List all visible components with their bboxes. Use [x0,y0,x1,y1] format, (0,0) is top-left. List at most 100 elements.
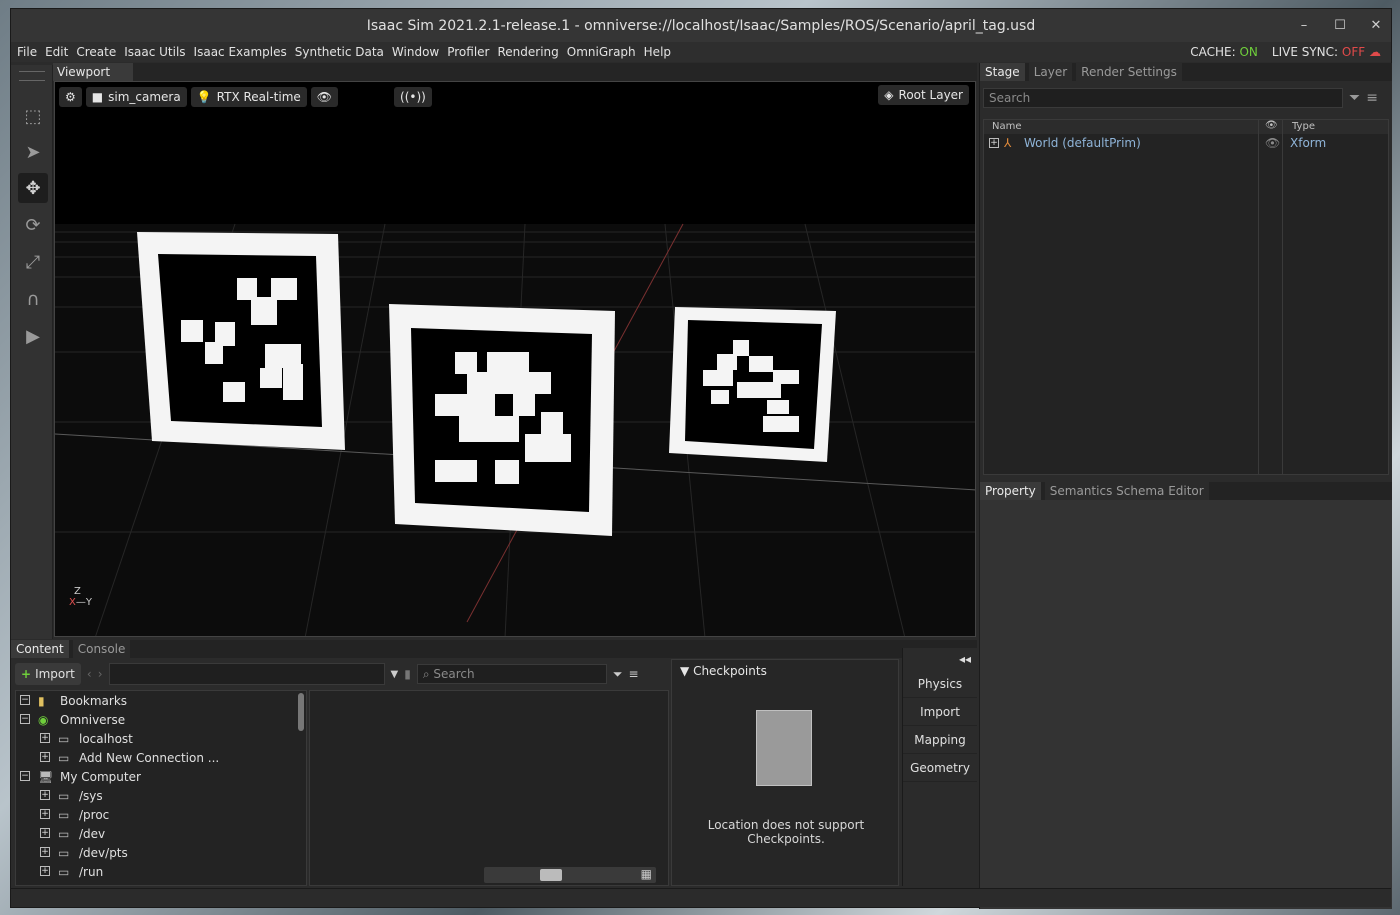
root-layer-button[interactable]: ◈ Root Layer [878,85,969,105]
drive-icon: ▭ [58,788,70,803]
menu-file[interactable]: File [16,45,38,59]
expand-icon[interactable]: + [40,790,50,800]
collapse-icon[interactable]: − [20,771,30,781]
menu-isaac-utils[interactable]: Isaac Utils [123,45,186,59]
content-toolbar: + Import ‹ › ▼ ▮ ⌕ Search ⏷ ≡ [15,662,665,686]
checkpoints-header[interactable]: ▼ Checkpoints [672,660,898,682]
live-sync-status[interactable]: LIVE SYNC: OFF ☁ [1272,45,1381,59]
stage-search-input[interactable]: Search [983,88,1343,108]
menu-rendering[interactable]: Rendering [496,45,559,59]
visibility-button[interactable]: 👁 [310,87,339,107]
expand-icon[interactable]: + [40,866,50,876]
tree-item[interactable]: + ▭ /dev/pts [16,843,306,862]
close-icon[interactable]: ✕ [1369,18,1383,33]
tree-item[interactable]: − 🖥 My Computer [16,767,306,786]
renderer-select[interactable]: 💡 RTX Real-time [190,87,307,107]
cache-status[interactable]: CACHE: ON [1190,45,1258,59]
live-stream-button[interactable]: ((•)) [394,87,432,107]
april-tag-right [669,307,836,462]
menu-omnigraph[interactable]: OmniGraph [566,45,637,59]
expand-icon[interactable]: + [40,847,50,857]
path-field[interactable] [108,663,385,685]
select-arrow-icon[interactable]: ➤ [18,137,48,167]
tab-semantics-schema-editor[interactable]: Semantics Schema Editor [1044,482,1209,500]
collapse-icon[interactable]: − [20,714,30,724]
camera-select[interactable]: ■ sim_camera [85,87,187,107]
options-menu-icon[interactable]: ≡ [628,667,638,681]
axis-y-label: Y [85,597,92,608]
collapse-panel-icon[interactable]: ◂◂ [903,648,977,670]
content-search-placeholder: Search [433,667,475,681]
bookmark-icon[interactable]: ▮ [404,667,411,681]
snap-magnet-icon[interactable]: ∩ [18,284,48,314]
menu-isaac-examples[interactable]: Isaac Examples [193,45,288,59]
tree-item[interactable]: + ▭ localhost [16,729,306,748]
filter-icon[interactable]: ⏷ [1349,90,1360,106]
toolbar-grip[interactable] [19,71,45,81]
tab-viewport[interactable]: Viewport [53,63,133,81]
tab-property[interactable]: Property [980,482,1041,500]
renderer-label: RTX Real-time [216,90,301,104]
geometry-button[interactable]: Geometry [903,754,977,782]
menu-synthetic-data[interactable]: Synthetic Data [294,45,385,59]
tree-item[interactable]: + ▭ Add New Connection ... [16,748,306,767]
menu-help[interactable]: Help [643,45,672,59]
viewport[interactable]: ⚙ ■ sim_camera 💡 RTX Real-time 👁 ((•)) ◈ Ro… [54,81,976,637]
tab-render-settings[interactable]: Render Settings [1076,63,1182,81]
column-type[interactable]: Type [1292,121,1315,132]
tab-layer[interactable]: Layer [1028,63,1073,81]
window-title: Isaac Sim 2021.2.1-release.1 - omniverse… [366,17,1036,34]
expand-icon[interactable]: + [40,828,50,838]
scale-icon[interactable]: ⤢ [18,247,48,277]
content-search-input[interactable]: ⌕ Search [416,664,607,684]
chevron-down-icon[interactable]: ▼ [391,669,399,680]
gear-icon: ⚙ [65,90,76,104]
collapse-icon[interactable]: − [20,695,30,705]
move-icon[interactable]: ✥ [18,173,48,203]
zoom-slider[interactable]: ▦ [484,867,656,883]
filter-icon[interactable]: ⏷ [613,667,623,682]
mapping-button[interactable]: Mapping [903,726,977,754]
tree-item[interactable]: + ▭ /sys [16,786,306,805]
grid-view-icon[interactable]: ▦ [641,867,652,881]
menu-window[interactable]: Window [391,45,440,59]
maximize-icon[interactable]: ☐ [1333,18,1347,33]
tree-item[interactable]: + ▭ /proc [16,805,306,824]
import-button[interactable]: + Import [15,663,81,685]
tree-item[interactable]: − ◉ Omniverse [16,710,306,729]
rotate-icon[interactable]: ⟳ [18,210,48,240]
tab-console[interactable]: Console [72,640,131,658]
forward-icon[interactable]: › [98,667,103,681]
expand-icon[interactable]: + [40,809,50,819]
side-buttons-panel: ◂◂ Physics Import Mapping Geometry [902,648,977,886]
back-icon[interactable]: ‹ [87,667,92,681]
stage-row-world[interactable]: + ⅄ World (defaultPrim) 👁 Xform [984,134,1388,152]
visibility-column-icon[interactable]: 👁 [1265,120,1278,131]
import-side-button[interactable]: Import [903,698,977,726]
viewport-settings-button[interactable]: ⚙ [59,87,82,107]
tree-scrollbar[interactable] [298,693,304,731]
plus-icon: + [21,667,32,681]
content-file-view[interactable]: ▦ [309,690,669,886]
physics-button[interactable]: Physics [903,670,977,698]
eye-icon: 👁 [316,90,333,104]
menu-edit[interactable]: Edit [44,45,69,59]
expand-icon[interactable]: + [40,752,50,762]
column-name[interactable]: Name [992,121,1022,132]
options-menu-icon[interactable]: ≡ [1366,90,1378,106]
menu-profiler[interactable]: Profiler [446,45,490,59]
visibility-toggle-icon[interactable]: 👁 [1265,136,1280,150]
menu-create[interactable]: Create [75,45,117,59]
expand-icon[interactable]: + [40,733,50,743]
minimize-icon[interactable]: – [1297,18,1311,33]
select-mode-icon[interactable]: ⬚ [18,101,48,131]
tree-item[interactable]: + ▭ /run [16,862,306,881]
play-icon[interactable]: ▶ [18,321,48,351]
april-tag-center [389,304,615,536]
zoom-slider-handle[interactable] [540,869,562,881]
tree-item[interactable]: − ▮ Bookmarks [16,691,306,710]
tree-item[interactable]: + ▭ /dev [16,824,306,843]
tab-stage[interactable]: Stage [980,63,1025,81]
expand-icon[interactable]: + [989,138,999,148]
tab-content[interactable]: Content [11,640,69,658]
